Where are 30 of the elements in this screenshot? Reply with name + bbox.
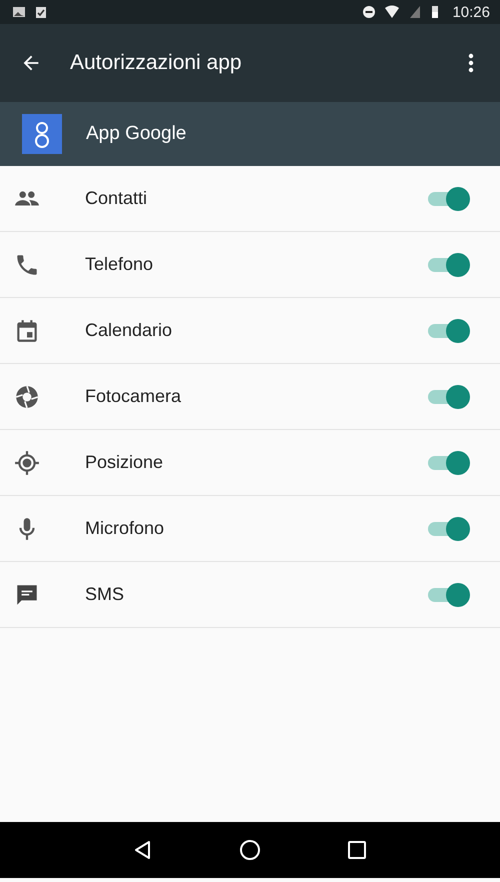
- toggle-switch[interactable]: [426, 318, 470, 342]
- permission-label: SMS: [85, 584, 124, 605]
- clipboard-icon: [34, 5, 48, 19]
- toolbar-title: Autorizzazioni app: [70, 51, 242, 75]
- signal-icon: [408, 5, 422, 19]
- toggle-switch[interactable]: [426, 582, 470, 606]
- status-time: 10:26: [452, 4, 490, 20]
- back-icon[interactable]: [133, 840, 153, 860]
- permission-label: Microfono: [85, 518, 164, 539]
- permission-label: Calendario: [85, 320, 172, 341]
- toggle-switch[interactable]: [426, 516, 470, 540]
- toggle-switch[interactable]: [426, 252, 470, 276]
- image-icon: [12, 5, 26, 19]
- camera-shutter-icon: [14, 384, 40, 410]
- more-options-icon[interactable]: [468, 52, 474, 74]
- permission-label: Fotocamera: [85, 386, 182, 407]
- toggle-switch[interactable]: [426, 450, 470, 474]
- toggle-switch[interactable]: [426, 186, 470, 210]
- recents-icon[interactable]: [347, 840, 367, 860]
- wifi-icon: [384, 5, 400, 19]
- app-icon: [22, 114, 62, 154]
- do-not-disturb-icon: [362, 5, 376, 19]
- permission-label: Telefono: [85, 254, 154, 275]
- app-name: App Google: [86, 123, 186, 145]
- location-icon: [14, 450, 40, 476]
- toggle-switch[interactable]: [426, 384, 470, 408]
- permission-label: Contatti: [85, 188, 148, 209]
- home-icon[interactable]: [239, 839, 261, 861]
- battery-icon: [430, 5, 440, 19]
- permission-label: Posizione: [85, 452, 164, 473]
